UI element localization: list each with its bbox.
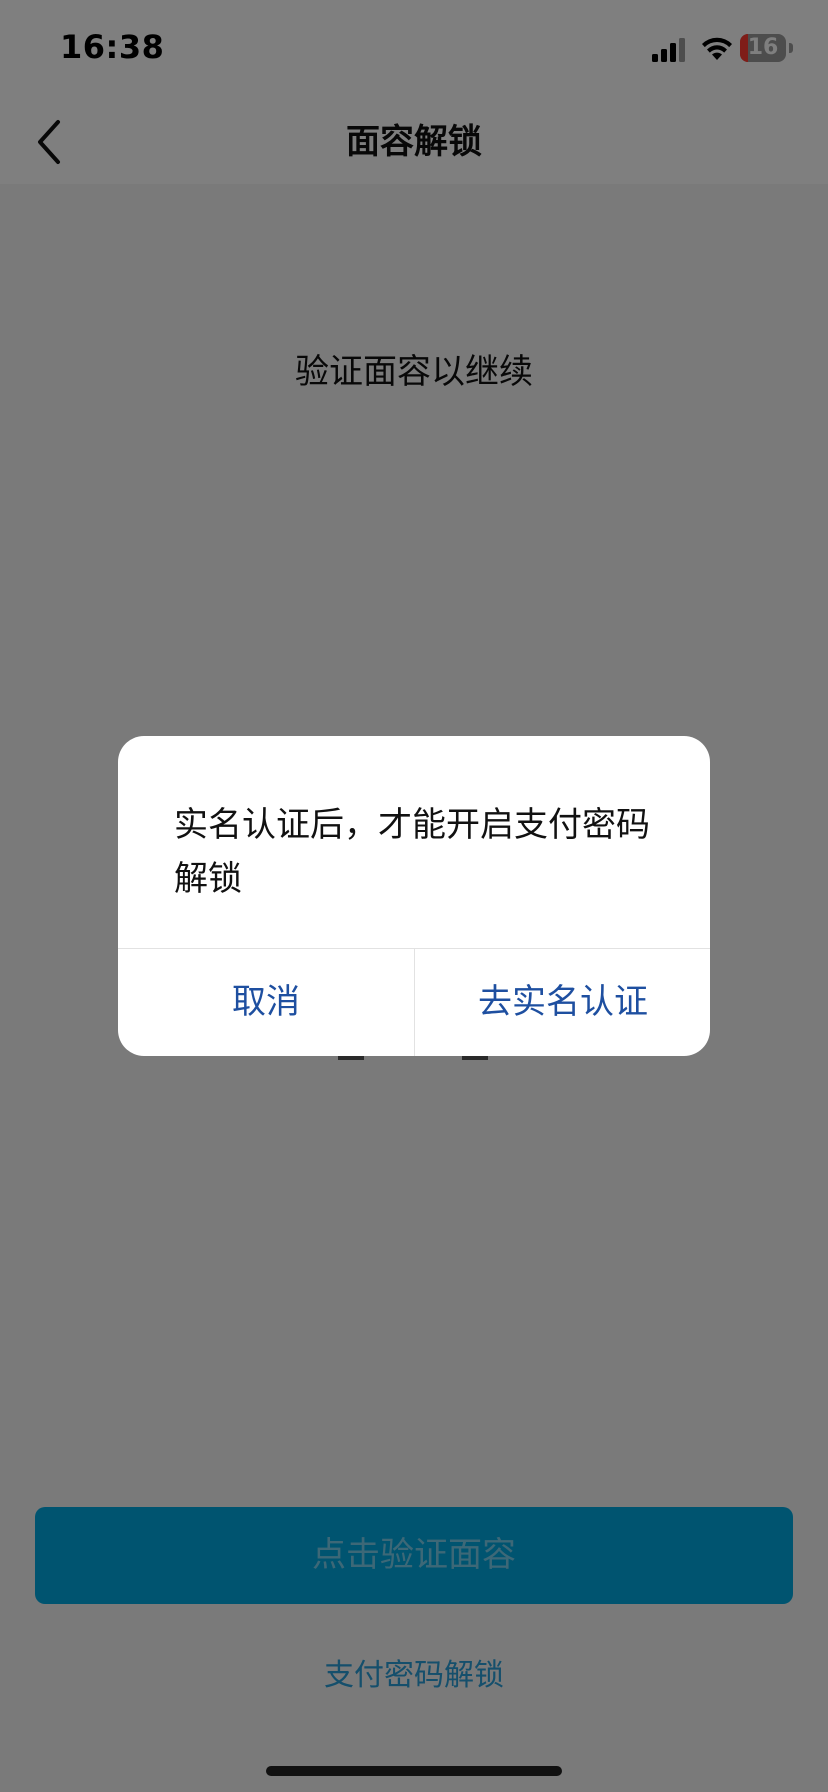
cancel-button[interactable]: 取消 bbox=[118, 949, 414, 1056]
dialog-message: 实名认证后，才能开启支付密码解锁 bbox=[174, 805, 650, 899]
alert-dialog: 实名认证后，才能开启支付密码解锁 取消 去实名认证 bbox=[118, 736, 710, 1056]
go-verify-identity-button[interactable]: 去实名认证 bbox=[415, 949, 710, 1056]
face-unlock-screen: 16:38 16 面容解锁 验证面容以继续 bbox=[0, 0, 828, 1792]
home-indicator[interactable] bbox=[266, 1766, 562, 1776]
